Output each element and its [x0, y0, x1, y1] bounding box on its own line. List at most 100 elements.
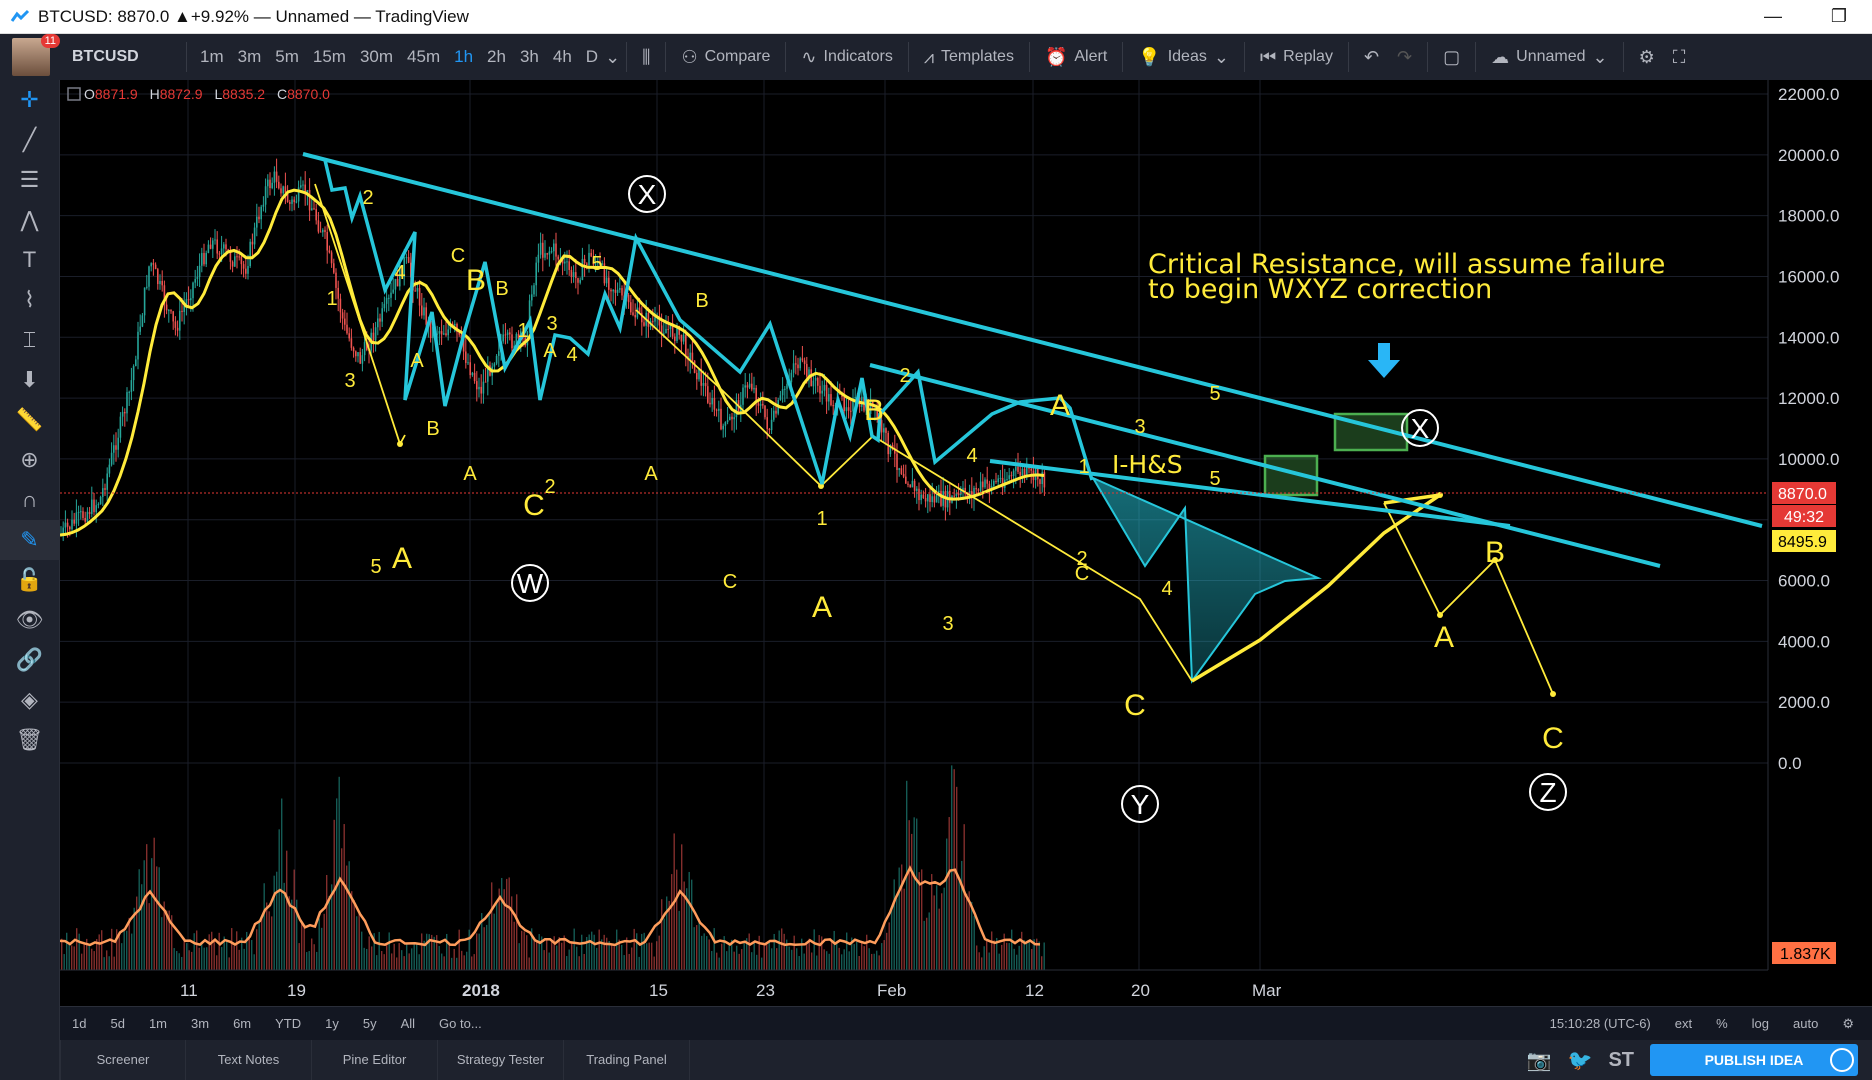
- chevron-down-icon[interactable]: ⌄: [605, 47, 620, 68]
- volume-bar: [918, 872, 920, 970]
- volume-bar: [98, 934, 100, 970]
- volume-bar: [698, 918, 700, 970]
- layers-icon[interactable]: ◈: [0, 680, 59, 720]
- elliott-wave-icon[interactable]: ⌇: [0, 280, 59, 320]
- pattern-icon[interactable]: ⋀: [0, 200, 59, 240]
- goto-date-button[interactable]: Go to...: [427, 1016, 494, 1031]
- volume-bar: [676, 869, 678, 970]
- alert-button[interactable]: ⏰ Alert: [1036, 47, 1116, 68]
- timeframe-4h[interactable]: 4h: [546, 47, 579, 67]
- fullscreen-button[interactable]: ⛶: [1664, 47, 1695, 68]
- settings-button[interactable]: ⚙: [1630, 47, 1664, 68]
- symbol-search[interactable]: BTCUSD: [72, 48, 180, 66]
- timeframe-45m[interactable]: 45m: [400, 47, 447, 67]
- text-icon[interactable]: T: [0, 240, 59, 280]
- timeframe-d[interactable]: D: [579, 47, 605, 67]
- log-toggle[interactable]: log: [1752, 1016, 1769, 1032]
- fib-icon[interactable]: ☰: [0, 160, 59, 200]
- chart-area[interactable]: Critical Resistance, will assume failure…: [60, 80, 1872, 1006]
- crosshair-icon[interactable]: ✛: [0, 80, 59, 120]
- ideas-button[interactable]: 💡 Ideas ⌄: [1129, 47, 1238, 68]
- tab-pine-editor[interactable]: Pine Editor: [312, 1040, 438, 1080]
- tab-trading-panel[interactable]: Trading Panel: [564, 1040, 690, 1080]
- tab-screener[interactable]: Screener: [60, 1040, 186, 1080]
- redo-button[interactable]: ↷: [1388, 47, 1421, 68]
- auto-toggle[interactable]: auto: [1793, 1016, 1818, 1032]
- camera-icon[interactable]: 📷: [1527, 1048, 1552, 1073]
- volume-bar: [1038, 941, 1040, 970]
- draw-mode-icon[interactable]: ✎: [0, 520, 59, 560]
- range-1y[interactable]: 1y: [313, 1016, 351, 1031]
- candle-body: [238, 256, 240, 258]
- timeframe-15m[interactable]: 15m: [306, 47, 353, 67]
- replay-button[interactable]: ⏮ Replay: [1251, 47, 1342, 68]
- range-all[interactable]: All: [389, 1016, 427, 1031]
- save-layout-button[interactable]: ☁ Unnamed ⌄: [1482, 47, 1616, 68]
- alert-label: Alert: [1074, 48, 1108, 65]
- range-3m[interactable]: 3m: [179, 1016, 221, 1031]
- measure-icon[interactable]: ⌶: [0, 320, 59, 360]
- lock-icon[interactable]: 🔓: [0, 560, 59, 600]
- link-icon[interactable]: 🔗: [0, 640, 59, 680]
- candle-body: [493, 363, 496, 367]
- clock[interactable]: 15:10:28 (UTC-6): [1550, 1016, 1651, 1032]
- candle-body: [289, 202, 291, 204]
- minimize-button[interactable]: —: [1740, 6, 1806, 27]
- price-chart[interactable]: Critical Resistance, will assume failure…: [60, 80, 1872, 1006]
- percent-toggle[interactable]: %: [1716, 1016, 1728, 1032]
- volume-bar: [136, 896, 138, 970]
- avatar[interactable]: 11: [12, 34, 60, 76]
- tab-strategy-tester[interactable]: Strategy Tester: [438, 1040, 564, 1080]
- candle-body: [546, 253, 548, 255]
- timeframe-2h[interactable]: 2h: [480, 47, 513, 67]
- twitter-icon[interactable]: 🐦: [1568, 1048, 1593, 1073]
- stocktwits-button[interactable]: ST: [1608, 1049, 1634, 1072]
- chart-type-button[interactable]: ⫼: [633, 47, 659, 68]
- timeframe-3h[interactable]: 3h: [513, 47, 546, 67]
- candle-body: [847, 407, 850, 411]
- volume-bar: [1001, 944, 1003, 970]
- timeframe-1m[interactable]: 1m: [193, 47, 231, 67]
- range-5y[interactable]: 5y: [351, 1016, 389, 1031]
- timeframe-1h[interactable]: 1h: [447, 47, 480, 67]
- eye-icon[interactable]: 👁: [0, 600, 59, 640]
- volume-bar: [836, 941, 838, 970]
- range-1d[interactable]: 1d: [60, 1016, 98, 1031]
- undo-button[interactable]: ↶: [1355, 47, 1388, 68]
- timeframe-3m[interactable]: 3m: [231, 47, 269, 67]
- compare-button[interactable]: ⚇ Compare: [672, 47, 779, 68]
- candle-body: [66, 522, 69, 527]
- range-6m[interactable]: 6m: [221, 1016, 263, 1031]
- gear-icon[interactable]: ⚙: [1842, 1016, 1854, 1032]
- zoom-icon[interactable]: ⊕: [0, 440, 59, 480]
- layout-button[interactable]: ▢: [1434, 47, 1469, 68]
- volume-bar: [506, 878, 508, 970]
- range-1m[interactable]: 1m: [137, 1016, 179, 1031]
- indicators-button[interactable]: ∿ Indicators: [792, 47, 901, 68]
- minor-wave-label: 1: [816, 508, 827, 530]
- volume-bar: [831, 940, 833, 970]
- tab-text-notes[interactable]: Text Notes: [186, 1040, 312, 1080]
- templates-button[interactable]: ⩘ Templates: [915, 47, 1023, 68]
- publish-idea-button[interactable]: PUBLISH IDEA: [1650, 1044, 1858, 1076]
- timeframe-5m[interactable]: 5m: [268, 47, 306, 67]
- volume-bar: [81, 953, 83, 970]
- circled-wave-label: X: [1411, 413, 1430, 444]
- ext-toggle[interactable]: ext: [1675, 1016, 1692, 1032]
- trash-icon[interactable]: 🗑: [0, 720, 59, 760]
- candle-body: [1008, 475, 1010, 479]
- range-ytd[interactable]: YTD: [263, 1016, 313, 1031]
- trendline-icon[interactable]: ╱: [0, 120, 59, 160]
- candle-body: [363, 342, 366, 356]
- range-5d[interactable]: 5d: [98, 1016, 136, 1031]
- volume-bar: [863, 946, 865, 970]
- ruler-icon[interactable]: 📏: [0, 400, 59, 440]
- maximize-button[interactable]: ❐: [1806, 6, 1872, 27]
- candle-body: [775, 410, 777, 414]
- timeframe-30m[interactable]: 30m: [353, 47, 400, 67]
- tradingview-logo-icon: [10, 9, 30, 22]
- candle-body: [898, 468, 900, 470]
- magnet-icon[interactable]: ∩: [0, 480, 59, 520]
- arrow-down-icon[interactable]: ⬇: [0, 360, 59, 400]
- volume-bar: [908, 820, 910, 970]
